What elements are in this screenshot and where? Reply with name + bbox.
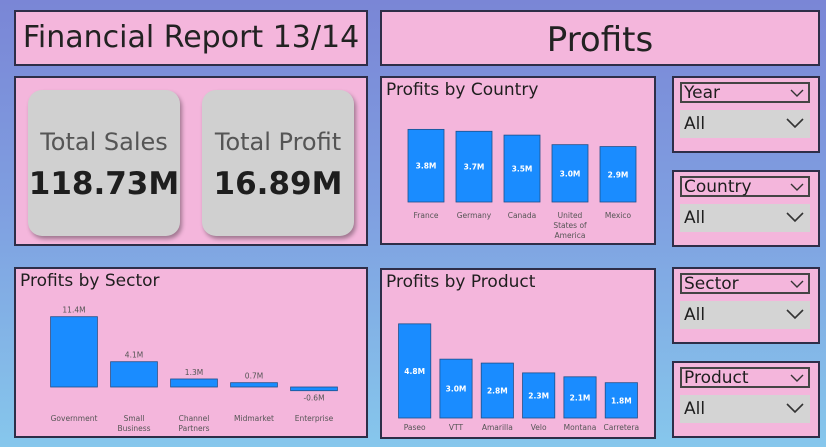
- profits-by-country-panel: Profits by Country 3.8M France 3.7M Germany…: [380, 76, 656, 245]
- bar-data-label: 1.3M: [185, 368, 203, 377]
- report-title-panel: Financial Report 13/14: [14, 10, 368, 66]
- chevron-down-icon: [790, 183, 804, 191]
- category-tick-label: Canada: [508, 211, 537, 220]
- total-profit-label: Total Profit: [214, 128, 342, 156]
- category-tick-label: VTT: [449, 423, 464, 432]
- chart-bar[interactable]: [230, 382, 278, 388]
- chevron-down-icon: [786, 309, 804, 320]
- year-slicer-header[interactable]: Year: [680, 82, 810, 103]
- category-tick-label: States of: [553, 221, 587, 230]
- page-title-panel: Profits: [380, 10, 820, 66]
- product-slicer: Product All: [672, 361, 820, 438]
- sector-slicer-dropdown[interactable]: All: [680, 301, 810, 329]
- chevron-down-icon: [786, 212, 804, 223]
- category-tick-label: Midmarket: [234, 414, 274, 423]
- year-slicer-dropdown[interactable]: All: [680, 110, 810, 138]
- country-slicer-header[interactable]: Country: [680, 176, 810, 197]
- country-slicer: Country All: [672, 170, 820, 247]
- category-tick-label: Enterprise: [295, 414, 334, 423]
- category-tick-label: Germany: [457, 211, 492, 220]
- profits-by-product-chart[interactable]: 4.8M Paseo 3.0M VTT 2.8M Amarilla 2.3M Velo 2.1M…: [382, 270, 654, 437]
- total-sales-label: Total Sales: [40, 128, 168, 156]
- category-tick-label: Business: [117, 424, 150, 433]
- bar-data-label: 11.4M: [62, 306, 85, 315]
- bar-data-label: 2.1M: [570, 393, 591, 402]
- category-tick-label: Channel: [179, 414, 210, 423]
- sector-slicer-value: All: [684, 305, 706, 325]
- category-tick-label: Montana: [564, 423, 597, 432]
- bar-data-label: 3.0M: [560, 169, 581, 178]
- country-slicer-label: Country: [684, 177, 752, 197]
- product-slicer-header[interactable]: Product: [680, 367, 810, 388]
- chevron-down-icon: [786, 403, 804, 414]
- bar-data-label: 4.8M: [404, 367, 425, 376]
- sector-slicer-header[interactable]: Sector: [680, 273, 810, 294]
- bar-data-label: -0.6M: [303, 394, 324, 403]
- chevron-down-icon: [790, 280, 804, 288]
- bar-data-label: 0.7M: [245, 372, 263, 381]
- category-tick-label: Government: [51, 414, 98, 423]
- total-sales-value: 118.73M: [28, 166, 180, 202]
- country-slicer-dropdown[interactable]: All: [680, 204, 810, 232]
- profits-by-sector-chart[interactable]: 11.4M Government 4.1M SmallBusiness 1.3M Chan…: [16, 269, 366, 436]
- category-tick-label: Small: [124, 414, 145, 423]
- chart-bar[interactable]: [170, 378, 218, 388]
- bar-data-label: 3.8M: [416, 162, 437, 171]
- chart-bar[interactable]: [110, 361, 158, 388]
- bar-data-label: 2.8M: [487, 387, 508, 396]
- chevron-down-icon: [786, 118, 804, 129]
- total-sales-card[interactable]: Total Sales 118.73M: [28, 90, 180, 236]
- category-tick-label: Amarilla: [482, 423, 513, 432]
- bar-data-label: 3.0M: [446, 385, 467, 394]
- kpi-panel: Total Sales 118.73M Total Profit 16.89M: [14, 76, 368, 246]
- profits-by-sector-panel: Profits by Sector 11.4M Government 4.1M Sma…: [14, 267, 368, 438]
- bar-data-label: 1.8M: [611, 396, 632, 405]
- product-slicer-label: Product: [684, 368, 749, 388]
- category-tick-label: Partners: [178, 424, 209, 433]
- category-tick-label: Carretera: [604, 423, 640, 432]
- bar-data-label: 3.5M: [512, 165, 533, 174]
- sector-slicer-label: Sector: [684, 274, 739, 294]
- total-profit-card[interactable]: Total Profit 16.89M: [202, 90, 354, 236]
- chart-bar[interactable]: [50, 316, 98, 388]
- category-tick-label: Velo: [531, 423, 547, 432]
- category-tick-label: Mexico: [605, 211, 632, 220]
- sector-slicer: Sector All: [672, 267, 820, 344]
- year-slicer-label: Year: [684, 83, 720, 103]
- chevron-down-icon: [790, 374, 804, 382]
- country-slicer-value: All: [684, 208, 706, 228]
- bar-data-label: 3.7M: [464, 163, 485, 172]
- total-profit-value: 16.89M: [213, 166, 343, 202]
- profits-by-country-chart[interactable]: 3.8M France 3.7M Germany 3.5M Canada 3.0M Unite…: [382, 78, 654, 243]
- report-title: Financial Report 13/14: [22, 20, 360, 55]
- category-tick-label: France: [414, 211, 439, 220]
- page-title: Profits: [546, 20, 654, 60]
- category-tick-label: Paseo: [404, 423, 426, 432]
- chevron-down-icon: [790, 89, 804, 97]
- chart-bar[interactable]: [290, 386, 338, 392]
- bar-data-label: 4.1M: [125, 351, 143, 360]
- bar-data-label: 2.3M: [528, 391, 549, 400]
- bar-data-label: 2.9M: [608, 170, 629, 179]
- category-tick-label: United: [558, 211, 583, 220]
- profits-by-product-panel: Profits by Product 4.8M Paseo 3.0M VTT 2.8M A…: [380, 268, 656, 439]
- product-slicer-dropdown[interactable]: All: [680, 395, 810, 423]
- product-slicer-value: All: [684, 399, 706, 419]
- year-slicer-value: All: [684, 114, 706, 134]
- year-slicer: Year All: [672, 76, 820, 153]
- category-tick-label: America: [555, 231, 586, 240]
